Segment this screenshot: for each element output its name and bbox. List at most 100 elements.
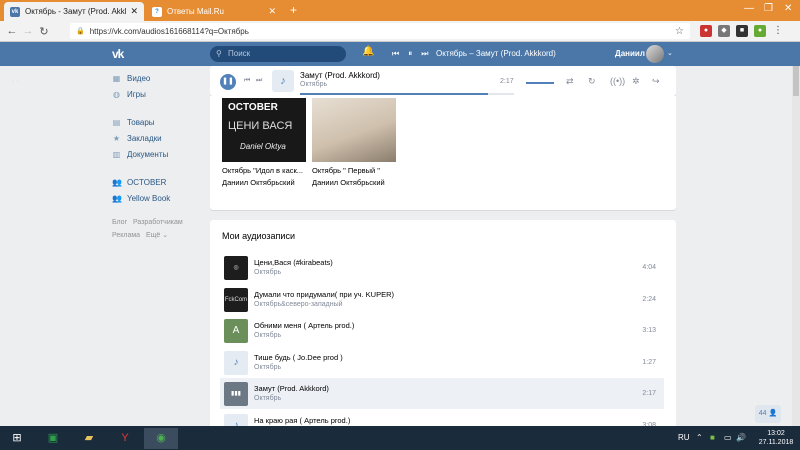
album-artist[interactable]: Даниил Октябрьский (312, 178, 396, 187)
tab-vk-audio[interactable]: vk Октябрь - Замут (Prod. Akkkord) ✕ (4, 2, 144, 21)
volume-tray-icon[interactable]: 🔊 (736, 433, 746, 442)
extension-gray-icon[interactable]: ◆ (718, 25, 730, 37)
sidebar-item-yellow-book[interactable]: 👥 Yellow Book (112, 190, 202, 206)
broadcast-icon[interactable]: ((•)) (610, 76, 625, 86)
close-window-icon[interactable]: ✕ (784, 3, 792, 14)
recommendations-icon[interactable]: ✲ (632, 76, 640, 87)
bookmarks-icon: ★ (112, 133, 121, 143)
next-track-icon[interactable]: ⏭ (256, 77, 262, 85)
chevron-down-icon[interactable]: ⌄ (667, 49, 673, 57)
reload-icon[interactable]: ↻ (36, 25, 52, 38)
footer-ads-link[interactable]: Реклама (112, 232, 140, 239)
track-title: Обними меня ( Артель prod.) (254, 321, 355, 330)
nvidia-tray-icon[interactable]: ■ (710, 433, 715, 442)
progress-bar[interactable] (300, 93, 514, 95)
track-artist[interactable]: Октябрь (254, 364, 281, 371)
audio-row[interactable]: ◎ Цени,Вася (#kirabeats) Октябрь 4:04 (220, 252, 664, 283)
left-sidebar: ▦ Видео ◍ Игры ▤ Товары ★ Закладки ▥ Документ… (112, 70, 202, 242)
sidebar-item-games[interactable]: ◍ Игры (112, 86, 202, 102)
system-clock[interactable]: 13:02 27.11.2018 (754, 429, 798, 447)
share-icon[interactable]: ↪ (652, 76, 660, 87)
sidebar-item-bookmarks[interactable]: ★ Закладки (112, 130, 202, 146)
forward-icon[interactable]: → (20, 25, 36, 37)
track-artist[interactable]: Октябрь&северо-западный (254, 301, 343, 308)
menu-icon[interactable]: ⋮ (772, 25, 784, 37)
sidebar-item-october[interactable]: 👥 OCTOBER (112, 174, 202, 190)
avatar[interactable] (646, 45, 664, 63)
album-artist[interactable]: Даниил Октябрьский (222, 178, 306, 187)
search-icon: ⚲ (216, 49, 222, 58)
close-tab-icon[interactable]: ✕ (268, 6, 276, 17)
audio-row[interactable]: ▮▮▮ Замут (Prod. Akkkord) Октябрь 2:17 (220, 378, 664, 409)
friends-counter-badge[interactable]: 44 👤 (755, 405, 781, 423)
excel-icon[interactable]: ▣ (36, 428, 70, 449)
search-input[interactable]: ⚲ Поиск (210, 46, 346, 62)
minimize-icon[interactable]: — (744, 3, 754, 14)
page-scrollbar[interactable] (792, 66, 800, 426)
tab-mail-answers[interactable]: ? Ответы Mail.Ru ✕ (146, 2, 282, 21)
track-artist[interactable]: Октябрь (254, 332, 281, 339)
sidebar-item-video[interactable]: ▦ Видео (112, 70, 202, 86)
track-cover[interactable]: FckCom (224, 287, 248, 312)
maximize-icon[interactable]: ❐ (764, 3, 773, 14)
track-cover[interactable]: ◎ (224, 256, 248, 280)
keyboard-language[interactable]: RU (678, 433, 690, 442)
footer-developers-link[interactable]: Разработчикам (133, 219, 183, 226)
player-time[interactable]: 2:17 (500, 78, 514, 85)
shuffle-icon[interactable]: ⇄ (566, 76, 574, 87)
prev-track-icon[interactable]: ⏮ (392, 49, 399, 59)
sidebar-item-documents[interactable]: ▥ Документы (112, 146, 202, 162)
extension-dark-icon[interactable]: ■ (736, 25, 748, 37)
clock-date: 27.11.2018 (758, 439, 794, 446)
header-player-controls: ⏮ ⏸ ⏭ (392, 49, 428, 59)
pause-button[interactable]: ❚❚ (220, 74, 236, 90)
next-track-icon[interactable]: ⏭ (421, 49, 428, 59)
sidebar-item-label: Закладки (127, 133, 162, 143)
audio-row[interactable]: ♪ Тише будь ( Jo.Dee prod ) Октябрь 1:27 (220, 347, 664, 378)
tab-title: Ответы Mail.Ru (167, 7, 224, 16)
track-artist[interactable]: Октябрь (254, 269, 281, 276)
equalizer-icon[interactable]: ▮▮▮ (224, 382, 248, 406)
album-card[interactable]: Октябрь " Первый " Даниил Октябрьский (312, 98, 396, 187)
vk-logo[interactable]: vk (112, 47, 124, 61)
footer-blog-link[interactable]: Блог (112, 219, 127, 226)
windows-start-icon[interactable]: ⊞ (0, 428, 34, 449)
address-bar[interactable]: 🔒 https://vk.com/audios161668114?q=Октяб… (70, 23, 690, 39)
audio-row[interactable]: FckCom Думали что придумали( при уч. KUPE… (220, 284, 664, 315)
user-name[interactable]: Даниил (615, 49, 645, 58)
audio-row[interactable]: A Обними меня ( Артель prod.) Октябрь 3:13 (220, 315, 664, 346)
new-tab-button[interactable]: + (290, 3, 297, 17)
music-note-icon[interactable]: ♪ (224, 350, 248, 375)
vk-favicon-icon: vk (10, 6, 20, 17)
track-cover[interactable]: A (224, 319, 248, 343)
volume-slider[interactable] (526, 82, 554, 84)
header-current-track[interactable]: Октябрь – Замут (Prod. Akkkord) (436, 49, 556, 58)
close-tab-icon[interactable]: ✕ (130, 6, 138, 17)
bookmark-star-icon[interactable]: ☆ (675, 26, 684, 37)
yandex-browser-icon[interactable]: Y (108, 428, 142, 449)
repeat-icon[interactable]: ↻ (588, 76, 596, 87)
chrome-icon[interactable]: ◉ (144, 428, 178, 449)
player-track-artist[interactable]: Октябрь (300, 81, 327, 88)
album-title[interactable]: Октябрь " Первый " (312, 166, 396, 175)
album-cover[interactable] (312, 98, 396, 162)
scrollbar-thumb[interactable] (793, 66, 799, 96)
tray-up-arrow-icon[interactable]: ⌃ (696, 433, 703, 442)
monitor-tray-icon[interactable]: ▭ (724, 433, 732, 442)
extension-red-icon[interactable]: ● (700, 25, 712, 37)
footer-more-link[interactable]: Ещё (146, 232, 160, 239)
back-icon[interactable]: ← (4, 25, 20, 37)
sidebar-item-goods[interactable]: ▤ Товары (112, 114, 202, 130)
album-card[interactable]: OCTOBER ЦЕНИ ВАСЯ Daniel Oktya Октябрь "… (222, 98, 306, 187)
games-icon: ◍ (113, 89, 120, 99)
album-title[interactable]: Октябрь "Идол в каск... (222, 166, 306, 175)
extension-green-icon[interactable]: ● (754, 25, 766, 37)
file-explorer-icon[interactable]: ▰ (72, 428, 106, 449)
pause-icon[interactable]: ⏸ (408, 49, 412, 59)
notifications-bell-icon[interactable]: 🔔 (362, 46, 374, 57)
track-title: Цени,Вася (#kirabeats) (254, 258, 333, 267)
album-cover[interactable]: OCTOBER ЦЕНИ ВАСЯ Daniel Oktya (222, 98, 306, 162)
prev-track-icon[interactable]: ⏮ (244, 77, 250, 85)
track-artist[interactable]: Октябрь (254, 395, 281, 402)
my-audio-block: Мои аудиозаписи ◎ Цени,Вася (#kirabeats) О… (210, 220, 676, 430)
